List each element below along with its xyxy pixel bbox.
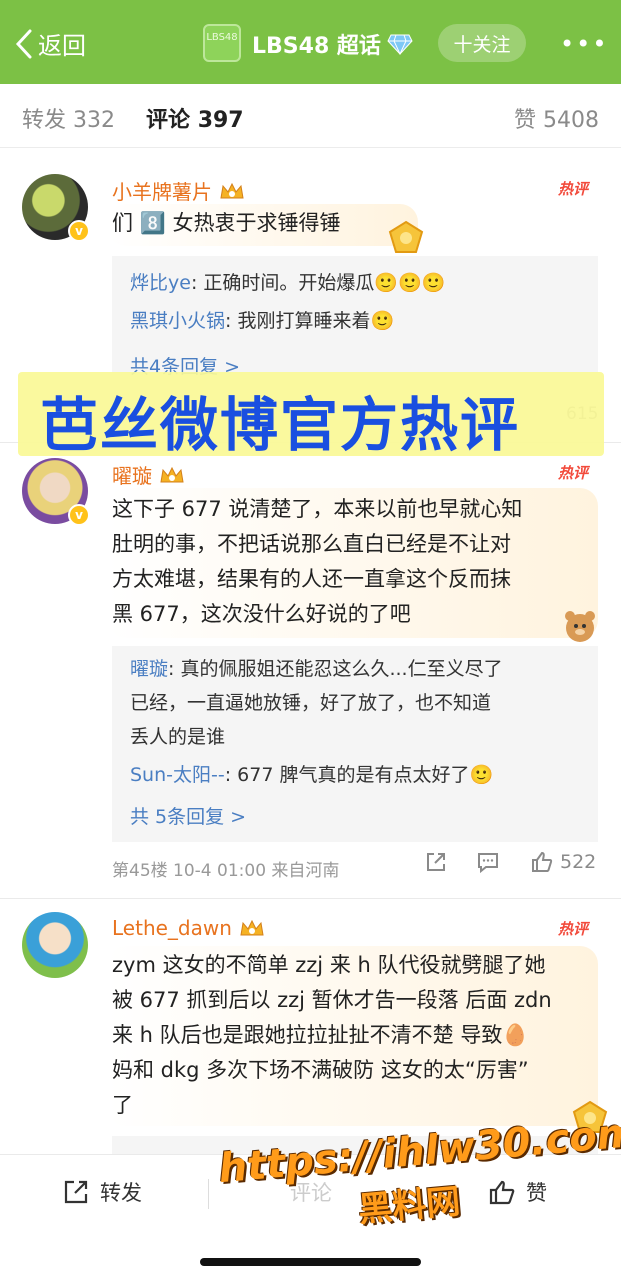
follow-button[interactable]: 十关注: [438, 24, 526, 62]
tab-repost[interactable]: 转发 332: [22, 102, 115, 134]
repost-button[interactable]: 转发: [62, 1177, 142, 1207]
hot-comment-badge: 热评: [558, 920, 589, 938]
page-title-text: LBS48 超话: [252, 34, 381, 59]
comment-username[interactable]: 小羊牌薯片: [112, 176, 246, 205]
tab-bar: 转发 332 评论 397 赞 5408: [0, 84, 621, 148]
comment-username[interactable]: Lethe_dawn: [112, 916, 266, 940]
watermark-name: 黑料网: [356, 1181, 462, 1231]
supertopic-logo: LBS48: [203, 24, 241, 62]
verified-badge-icon: v: [68, 504, 90, 526]
like-count: 522: [560, 851, 597, 873]
gold-badge-icon: [388, 220, 424, 253]
comment-text: 这下子 677 说清楚了，本来以前也早就心知 肚明的事，不把话说那么直白已经是不…: [112, 497, 523, 626]
share-icon: [427, 853, 445, 871]
divider: [0, 898, 621, 899]
comment-list: v 小羊牌薯片 热评 们 8️⃣ 女热衷于求锤得锤 烨比ye: 正确时间。开始爆…: [0, 150, 621, 1154]
reply-item[interactable]: 曜璇: 真的佩服姐还能忍这么久...仁至义尽了 已经，一直逼她放锤，好了放了，也…: [130, 652, 503, 754]
crown-icon: [240, 919, 264, 936]
crown-icon: [160, 466, 184, 482]
comment-meta: 第45楼 10-4 01:00 来自河南: [112, 861, 340, 881]
top-nav-bar: 返回 LBS48 LBS48 超话 十关注 •••: [0, 0, 621, 84]
avatar[interactable]: [22, 912, 88, 978]
share-button[interactable]: [424, 850, 448, 874]
watermark: https://ihlw30.com 黑料网: [217, 1110, 621, 1231]
back-label: 返回: [38, 32, 86, 60]
back-button[interactable]: 返回: [14, 26, 86, 61]
like-button[interactable]: 522: [530, 850, 596, 874]
reply-item[interactable]: 黑琪小火锅: 我刚打算睡来着🙂: [130, 304, 394, 338]
home-indicator: [200, 1258, 421, 1266]
reply-box: 曜璇: 真的佩服姐还能忍这么久...仁至义尽了 已经，一直逼她放锤，好了放了，也…: [112, 646, 598, 842]
hot-comment-badge: 热评: [558, 180, 589, 198]
reply-item[interactable]: Sun-太阳--: 677 脾气真的是有点太好了🙂: [130, 758, 493, 792]
tab-likes[interactable]: 赞 5408: [514, 102, 599, 134]
overlay-banner-text: 芭丝微博官方热评: [40, 391, 521, 459]
reply-button[interactable]: [476, 850, 500, 874]
hot-comment-badge: 热评: [558, 464, 589, 482]
bear-sticker-icon: [565, 611, 595, 642]
reply-item[interactable]: 烨比ye: 正确时间。开始爆瓜🙂🙂🙂: [130, 266, 445, 300]
crown-icon: [220, 182, 244, 198]
page-title: LBS48 超话: [252, 28, 413, 60]
comment-text: zym 这女的不简单 zzj 来 h 队代役就劈腿了她 被 677 抓到后以 z…: [112, 953, 552, 1117]
view-more-replies-link[interactable]: 共 5条回复 >: [130, 802, 246, 829]
comment-text: 们 8️⃣ 女热衷于求锤得锤: [112, 211, 341, 235]
verified-badge-icon: v: [68, 220, 90, 242]
diamond-level-icon: [387, 34, 413, 55]
more-menu-icon[interactable]: •••: [560, 30, 608, 58]
overlay-banner: 芭丝微博官方热评: [18, 372, 604, 459]
tab-comments[interactable]: 评论 397: [146, 102, 244, 134]
chevron-left-icon: [15, 29, 32, 58]
comment-username[interactable]: 曜璇: [112, 460, 186, 489]
thumbs-up-icon: [532, 851, 553, 872]
reply-box: 烨比ye: 正确时间。开始爆瓜🙂🙂🙂 黑琪小火锅: 我刚打算睡来着🙂 共4条回复…: [112, 256, 598, 386]
share-icon: [64, 1180, 88, 1204]
comment-icon: [478, 853, 498, 874]
divider: [208, 1179, 209, 1209]
